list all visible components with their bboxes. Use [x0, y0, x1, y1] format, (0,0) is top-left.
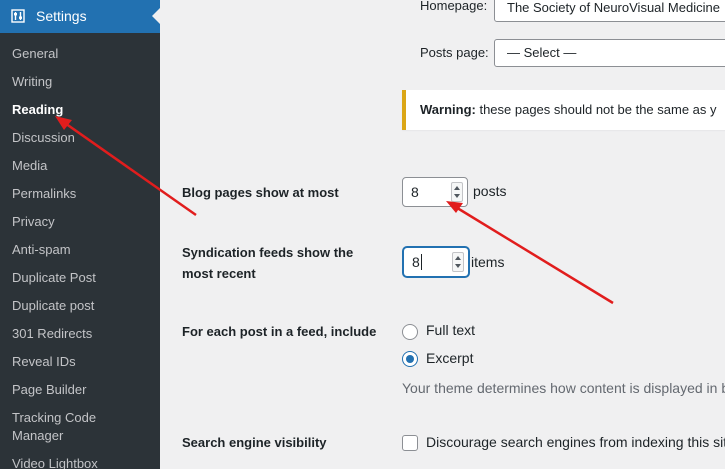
posts-page-select[interactable]: — Select —	[494, 39, 725, 67]
syndication-input[interactable]: 8	[403, 247, 469, 277]
blog-pages-unit: posts	[473, 183, 507, 199]
sidebar-item-discussion[interactable]: Discussion	[0, 124, 160, 152]
warning-notice: Warning: these pages should not be the s…	[402, 90, 725, 130]
sidebar-item-privacy[interactable]: Privacy	[0, 208, 160, 236]
sidebar-item-reading[interactable]: Reading	[0, 96, 160, 124]
syndication-label-line1: Syndication feeds show the	[182, 245, 354, 260]
sidebar-item-page-builder[interactable]: Page Builder	[0, 376, 160, 404]
warning-text: these pages should not be the same as y	[475, 102, 717, 117]
blog-pages-label: Blog pages show at most	[182, 185, 339, 200]
blog-pages-value: 8	[411, 184, 419, 200]
feed-description: Your theme determines how content is dis…	[402, 380, 725, 396]
full-text-label[interactable]: Full text	[426, 322, 475, 338]
text-caret	[420, 254, 422, 270]
sidebar-item-video-lightbox[interactable]: Video Lightbox	[0, 450, 160, 469]
sidebar-item-media[interactable]: Media	[0, 152, 160, 180]
admin-sidebar: Settings General Writing Reading Discuss…	[0, 0, 160, 469]
homepage-label: Homepage:	[420, 0, 488, 13]
sidebar-item-duplicate-post[interactable]: Duplicate Post	[0, 264, 160, 292]
discourage-search-label[interactable]: Discourage search engines from indexing …	[426, 434, 725, 450]
sidebar-item-reveal-ids[interactable]: Reveal IDs	[0, 348, 160, 376]
warning-strong: Warning:	[420, 102, 476, 117]
posts-page-label: Posts page:	[420, 45, 489, 60]
syndication-spinner[interactable]	[452, 252, 464, 272]
excerpt-radio[interactable]	[402, 351, 418, 367]
sidebar-item-301-redirects[interactable]: 301 Redirects	[0, 320, 160, 348]
syndication-value: 8	[412, 254, 420, 270]
settings-sliders-icon	[11, 9, 25, 23]
feed-include-label: For each post in a feed, include	[182, 324, 377, 339]
full-text-radio[interactable]	[402, 324, 418, 340]
sidebar-item-tracking-code-manager[interactable]: Tracking Code Manager	[0, 404, 134, 450]
settings-submenu: General Writing Reading Discussion Media…	[0, 40, 160, 469]
sidebar-item-duplicate-post-2[interactable]: Duplicate post	[0, 292, 160, 320]
sidebar-item-writing[interactable]: Writing	[0, 68, 160, 96]
homepage-select[interactable]: The Society of NeuroVisual Medicine	[494, 0, 725, 22]
syndication-label-line2: most recent	[182, 266, 256, 281]
syndication-unit: items	[471, 254, 505, 270]
sidebar-item-permalinks[interactable]: Permalinks	[0, 180, 160, 208]
sidebar-header-label: Settings	[36, 8, 87, 24]
discourage-search-checkbox[interactable]	[402, 435, 418, 451]
blog-pages-spinner[interactable]	[451, 182, 463, 202]
active-menu-notch	[152, 8, 160, 24]
sidebar-item-anti-spam[interactable]: Anti-spam	[0, 236, 160, 264]
search-visibility-label: Search engine visibility	[182, 435, 327, 450]
excerpt-label[interactable]: Excerpt	[426, 350, 473, 366]
sidebar-item-general[interactable]: General	[0, 40, 160, 68]
reading-settings-form: Homepage: The Society of NeuroVisual Med…	[160, 0, 725, 469]
sidebar-item-settings[interactable]: Settings	[0, 0, 160, 33]
blog-pages-input[interactable]: 8	[402, 177, 468, 207]
